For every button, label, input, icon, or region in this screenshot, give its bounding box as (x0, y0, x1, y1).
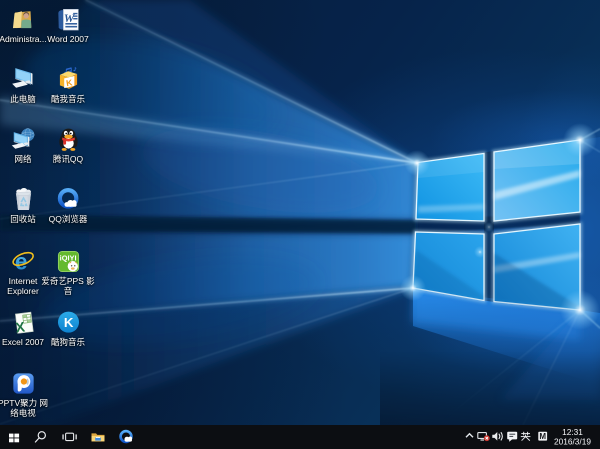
svg-text:12:31: 12:31 (562, 427, 583, 437)
svg-text:iQIYI: iQIYI (59, 253, 76, 262)
svg-text:2016/3/19: 2016/3/19 (554, 436, 591, 446)
svg-text:M: M (539, 432, 546, 441)
svg-text:K: K (63, 315, 73, 330)
